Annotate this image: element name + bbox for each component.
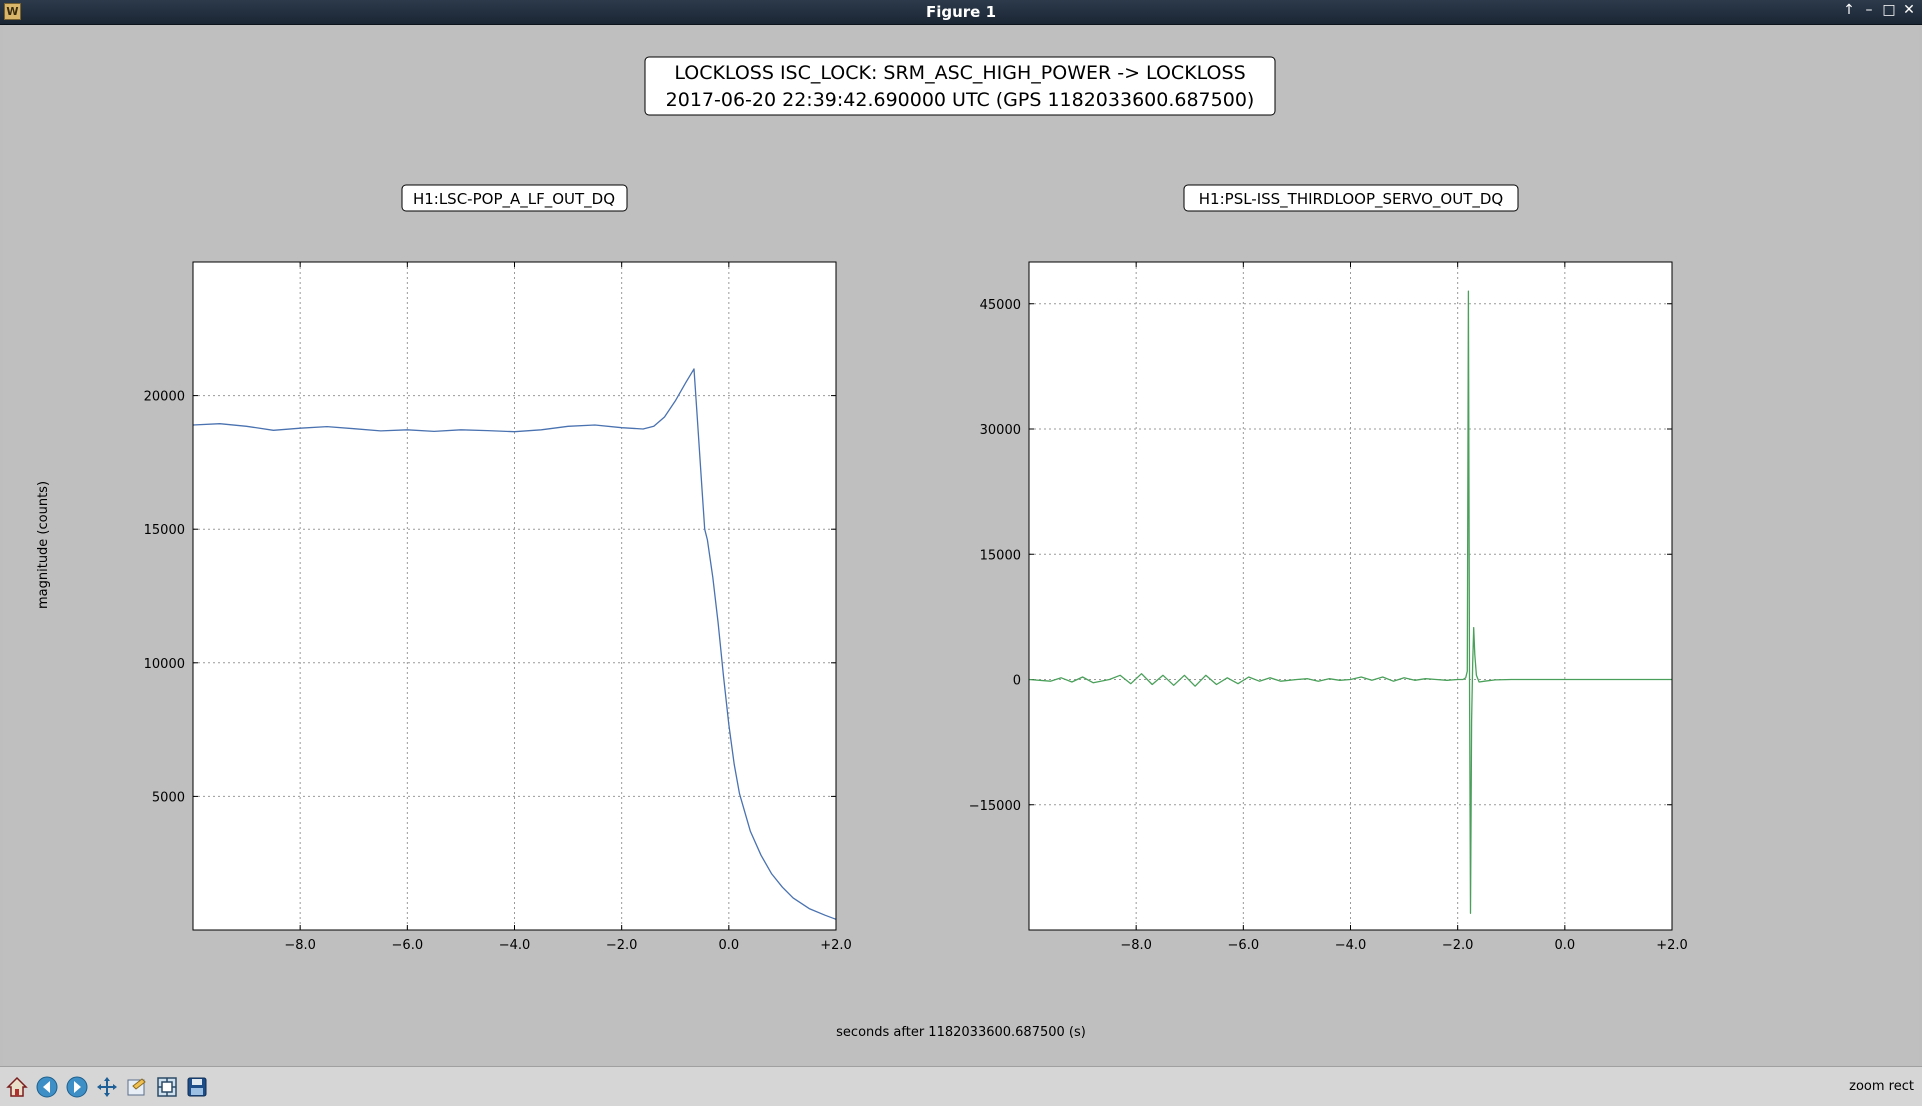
y-tick-label: 10000 xyxy=(144,657,185,672)
home-button[interactable] xyxy=(4,1074,30,1100)
pan-button[interactable] xyxy=(94,1074,120,1100)
window-title: Figure 1 xyxy=(925,3,997,21)
figure-svg: LOCKLOSS ISC_LOCK: SRM_ASC_HIGH_POWER ->… xyxy=(36,56,1688,1040)
right-axes[interactable]: −8.0 −6.0 −4.0 −2.0 0.0 +2.0 −15000 0 15000 30000… xyxy=(969,261,1688,953)
suptitle-line2: 2017-06-20 22:39:42.690000 UTC (GPS 1182… xyxy=(666,89,1255,111)
navigation-toolbar: zoom rect xyxy=(0,1066,1922,1106)
window-titlebar[interactable]: W Figure 1 ↑ – □ ✕ xyxy=(0,0,1922,25)
x-tick-label: −4.0 xyxy=(499,938,531,953)
configure-subplots-icon xyxy=(157,1077,177,1097)
y-tick-label: 20000 xyxy=(144,390,185,405)
x-axis-label: seconds after 1182033600.687500 (s) xyxy=(836,1025,1086,1040)
suptitle-line1: LOCKLOSS ISC_LOCK: SRM_ASC_HIGH_POWER ->… xyxy=(674,62,1245,84)
minimize-icon[interactable]: – xyxy=(1862,2,1876,18)
window-controls: ↑ – □ ✕ xyxy=(1842,2,1916,18)
zoom-button[interactable] xyxy=(124,1074,150,1100)
maximize-icon[interactable]: □ xyxy=(1882,2,1896,18)
x-tick-label: 0.0 xyxy=(1554,938,1575,953)
configure-subplots-button[interactable] xyxy=(154,1074,180,1100)
x-tick-label: −2.0 xyxy=(606,938,638,953)
left-axes[interactable]: −8.0 −6.0 −4.0 −2.0 0.0 +2.0 5000 10000 15000 200… xyxy=(144,261,852,953)
right-subplot-title: H1:PSL-ISS_THIRDLOOP_SERVO_OUT_DQ xyxy=(1199,190,1503,209)
y-tick-label: 5000 xyxy=(152,790,185,805)
x-tick-label: −6.0 xyxy=(1228,938,1260,953)
y-tick-label: −15000 xyxy=(969,799,1021,814)
zoom-icon xyxy=(127,1078,146,1096)
forward-icon xyxy=(66,1076,88,1098)
x-tick-label: +2.0 xyxy=(820,938,852,953)
save-icon xyxy=(187,1077,207,1097)
x-tick-label: −8.0 xyxy=(1120,938,1152,953)
y-tick-label: 45000 xyxy=(980,298,1021,313)
pan-icon xyxy=(97,1077,117,1097)
y-tick-label: 15000 xyxy=(980,548,1021,563)
back-icon xyxy=(36,1076,58,1098)
y-axis-label: magnitude (counts) xyxy=(36,481,51,609)
x-tick-label: 0.0 xyxy=(718,938,739,953)
y-tick-label: 0 xyxy=(1013,674,1021,689)
x-tick-label: −4.0 xyxy=(1335,938,1367,953)
save-button[interactable] xyxy=(184,1074,210,1100)
always-on-top-icon[interactable]: ↑ xyxy=(1842,2,1856,18)
close-icon[interactable]: ✕ xyxy=(1902,2,1916,18)
left-subplot-title: H1:LSC-POP_A_LF_OUT_DQ xyxy=(413,190,615,209)
x-tick-label: −6.0 xyxy=(392,938,424,953)
figure-canvas[interactable]: LOCKLOSS ISC_LOCK: SRM_ASC_HIGH_POWER ->… xyxy=(3,25,1919,1065)
toolbar-status: zoom rect xyxy=(1849,1079,1914,1094)
y-tick-label: 15000 xyxy=(144,523,185,538)
back-button[interactable] xyxy=(34,1074,60,1100)
y-tick-label: 30000 xyxy=(980,423,1021,438)
x-tick-label: −8.0 xyxy=(284,938,316,953)
x-tick-label: −2.0 xyxy=(1442,938,1474,953)
x-tick-label: +2.0 xyxy=(1656,938,1688,953)
home-icon xyxy=(6,1076,28,1097)
forward-button[interactable] xyxy=(64,1074,90,1100)
